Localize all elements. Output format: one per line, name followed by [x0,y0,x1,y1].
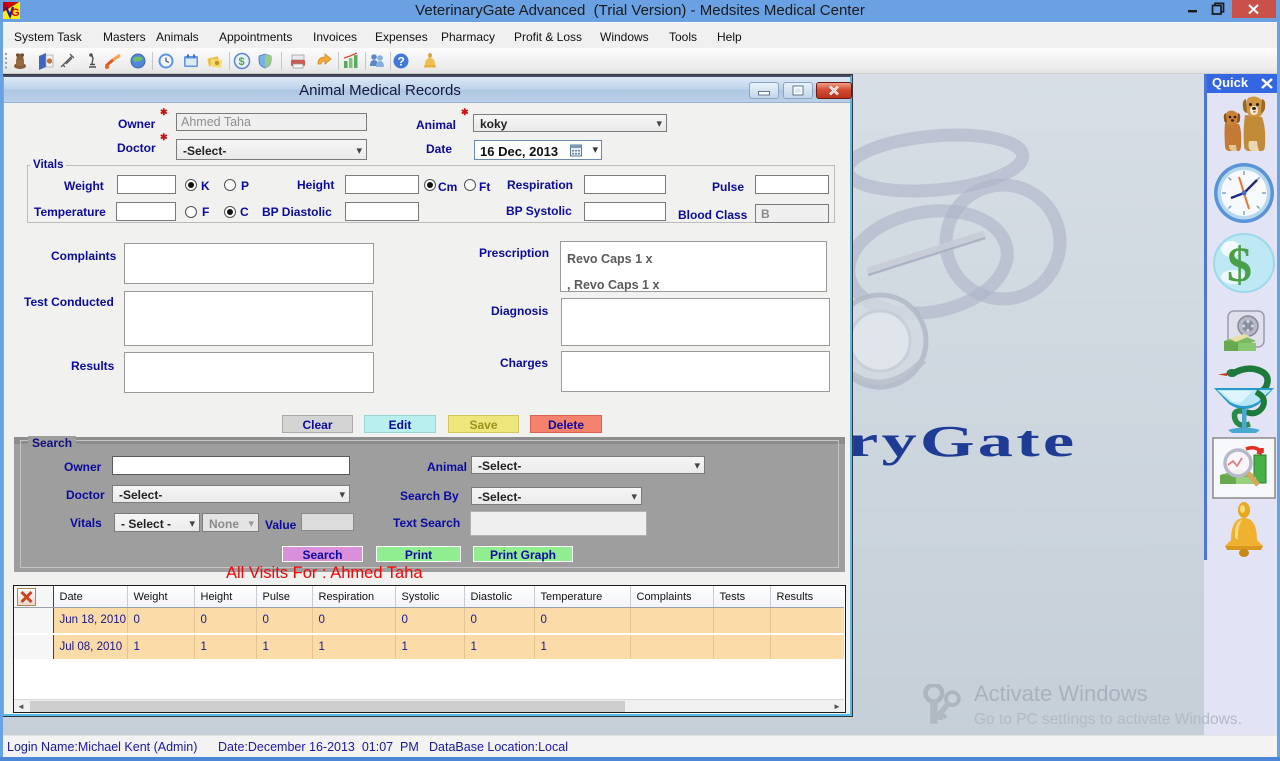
svg-text:?: ? [398,55,405,69]
svg-text:$: $ [1227,236,1252,292]
svg-text:$: $ [239,56,245,68]
